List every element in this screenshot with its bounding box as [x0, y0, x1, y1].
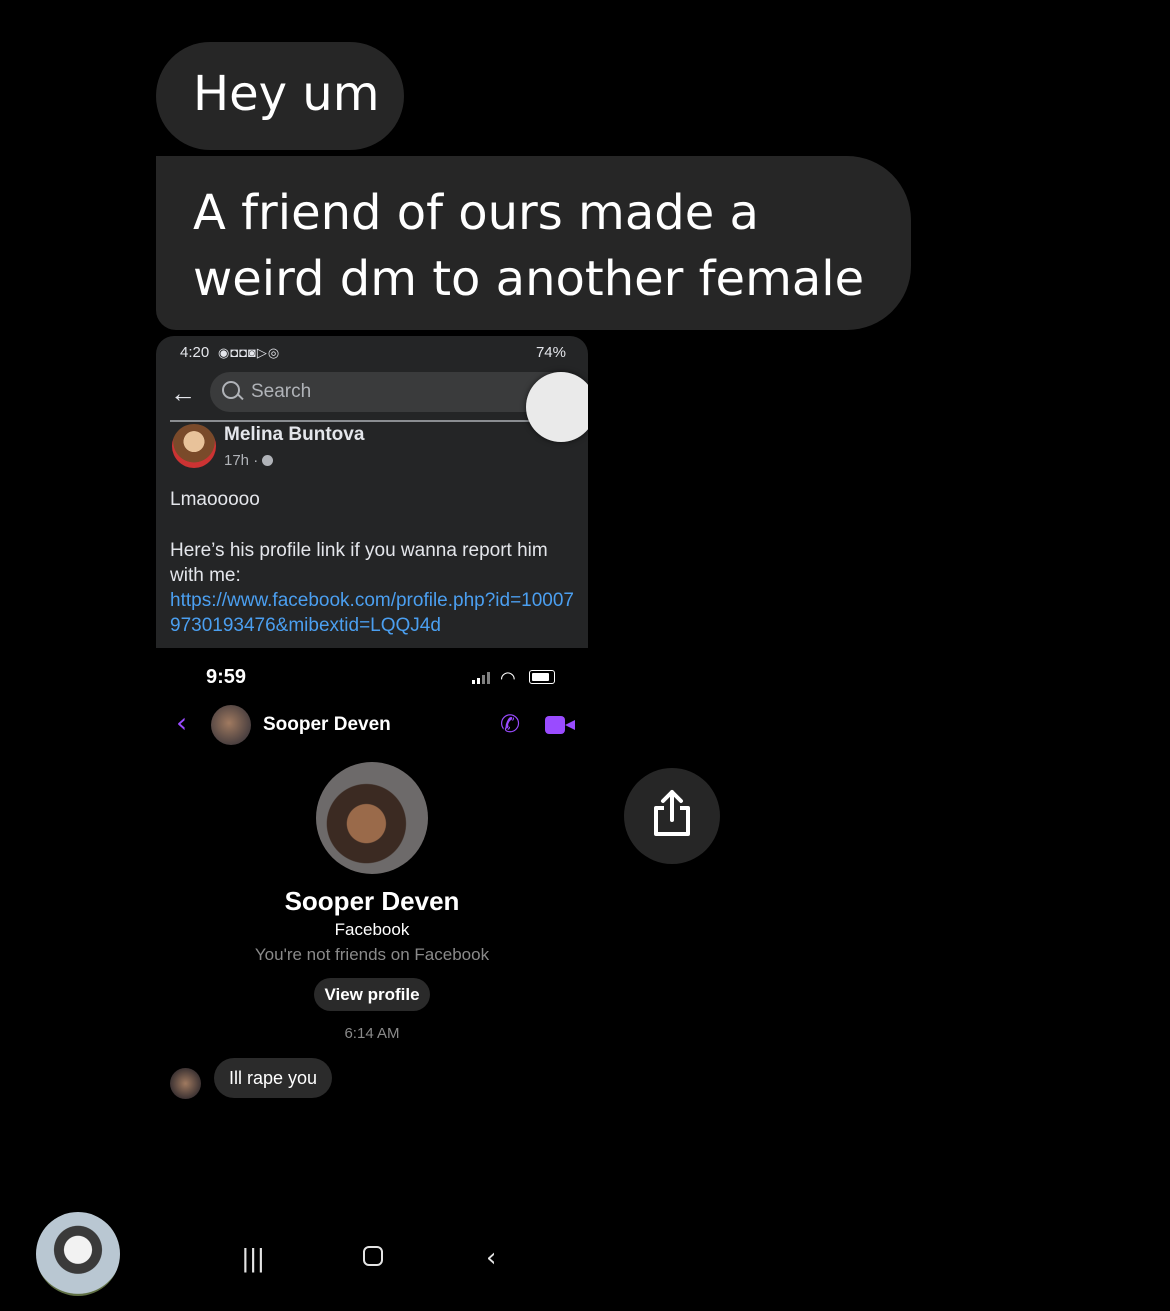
facebook-screenshot: 4:20 ◉◘◘◙▷◎ 74% ← Search Melina Buntova … [156, 336, 588, 648]
profile-source: Facebook [334, 920, 410, 939]
signal-icon [472, 672, 492, 684]
sender-avatar[interactable] [36, 1212, 120, 1296]
post-text: Lmaooooo [170, 489, 260, 510]
battery-icon [529, 670, 555, 684]
chevron-left-icon: ‹ [176, 706, 188, 739]
profile-photo [316, 762, 428, 874]
profile-link: https://www.facebook.com/profile.php?id=… [170, 590, 575, 636]
avatar [211, 705, 251, 745]
back-chevron-icon: ‹ [486, 1243, 497, 1273]
recent-apps-icon: ||| [242, 1243, 266, 1273]
avatar [170, 1068, 201, 1099]
search-bar: Search [210, 372, 580, 412]
assistive-touch-circle [526, 372, 588, 442]
shared-screenshot-image[interactable]: 4:20 ◉◘◘◙▷◎ 74% ← Search Melina Buntova … [156, 336, 588, 1296]
status-time: 9:59 [206, 666, 247, 688]
notification-icons: ◉◘◘◙▷◎ [218, 345, 281, 360]
message-bubble[interactable]: Hey um [156, 42, 404, 150]
post-age: 17h · [224, 452, 259, 469]
profile-name: Sooper Deven [284, 886, 460, 916]
back-arrow-icon: ← [170, 378, 196, 408]
post-meta: 17h · [224, 452, 274, 469]
status-battery: 74% [535, 344, 566, 361]
divider [170, 420, 588, 422]
status-time: 4:20 [180, 344, 210, 361]
home-icon [363, 1246, 383, 1266]
search-placeholder: Search [251, 381, 312, 402]
contact-name: Sooper Deven [263, 714, 391, 735]
post-text: Here’s his profile link if you wanna rep… [170, 540, 548, 586]
share-button[interactable] [624, 768, 720, 864]
search-icon [222, 381, 240, 399]
wifi-icon: ◠ [500, 668, 516, 688]
messenger-screenshot: 9:59 ◠ ‹ Sooper Deven ✆ Sooper Deven Fac… [156, 648, 588, 1296]
friend-status: You're not friends on Facebook [254, 945, 490, 964]
message-bubble: Ill rape you [214, 1058, 332, 1098]
avatar [172, 424, 216, 468]
message-bubble[interactable]: A friend of ours made a weird dm to anot… [156, 156, 911, 330]
view-profile-button: View profile [314, 978, 430, 1011]
post-author: Melina Buntova [224, 424, 365, 445]
phone-icon: ✆ [500, 711, 521, 738]
message-timestamp: 6:14 AM [344, 1025, 400, 1042]
message-text: A friend of ours made a weird dm to anot… [193, 185, 865, 307]
share-icon [654, 790, 690, 836]
video-call-icon [545, 716, 565, 734]
message-text: Hey um [193, 66, 380, 122]
globe-icon [262, 455, 274, 466]
